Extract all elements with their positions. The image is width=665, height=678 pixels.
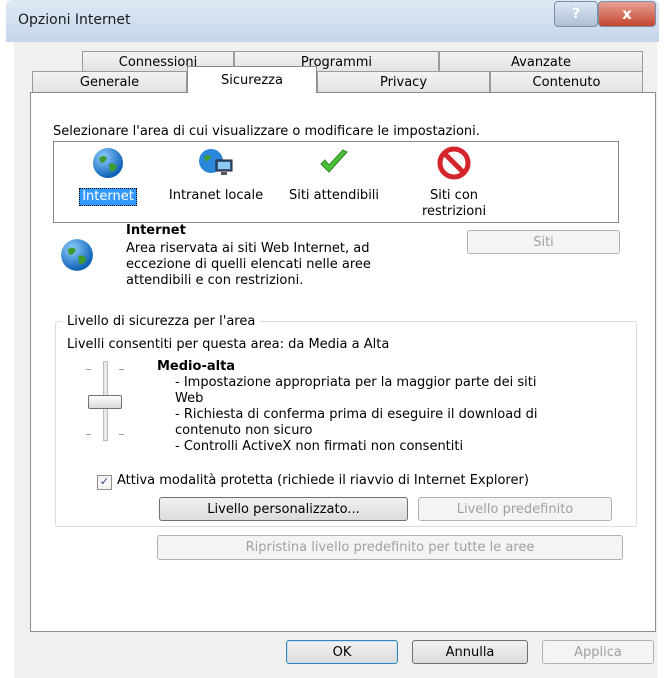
level-detail-line: - Controlli ActiveX non firmati non cons… <box>175 439 464 454</box>
title-bar[interactable]: Opzioni Internet ? x <box>6 0 659 42</box>
dialog-client-area: Connessioni Programmi Avanzate Generale … <box>14 42 657 678</box>
zone-trusted[interactable]: Siti attendibili <box>279 146 389 204</box>
custom-level-button[interactable]: Livello personalizzato... <box>159 497 408 521</box>
reset-all-zones-button[interactable]: Ripristina livello predefinito per tutte… <box>157 535 623 560</box>
globe-icon <box>93 148 123 178</box>
zone-internet-label: Internet <box>79 188 137 206</box>
protected-mode-label[interactable]: Attiva modalità protetta (richiede il ri… <box>117 473 529 488</box>
globe-icon <box>61 239 93 271</box>
zone-restricted-label: Siti con restrizioni <box>421 188 487 219</box>
tab-avanzate[interactable]: Avanzate <box>439 51 643 72</box>
tab-generale[interactable]: Generale <box>32 71 187 92</box>
close-button[interactable]: x <box>598 1 656 27</box>
zone-internet[interactable]: Internet <box>68 146 148 206</box>
security-slider-thumb[interactable] <box>88 395 122 409</box>
zone-info-line: eccezione di quelli elencati nelle aree <box>126 257 371 272</box>
restricted-icon <box>437 146 471 180</box>
slider-tick <box>119 434 124 435</box>
zone-info-title: Internet <box>126 223 186 238</box>
window-title: Opzioni Internet <box>18 12 131 28</box>
level-detail-line: Web <box>175 391 204 406</box>
slider-tick <box>86 369 91 370</box>
intranet-icon <box>199 149 233 175</box>
level-detail-line: - Impostazione appropriata per la maggio… <box>175 375 537 390</box>
zone-info-line: Area riservata ai siti Web Internet, ad <box>126 241 370 256</box>
security-tab-panel: Selezionare l'area di cui visualizzare o… <box>30 92 656 632</box>
apply-button[interactable]: Applica <box>542 640 654 664</box>
slider-tick <box>86 434 91 435</box>
ok-button[interactable]: OK <box>286 640 398 664</box>
zone-trusted-label: Siti attendibili <box>288 188 380 203</box>
allowed-levels-text: Livelli consentiti per questa area: da M… <box>67 337 390 352</box>
security-level-name: Medio-alta <box>157 359 236 374</box>
cancel-button[interactable]: Annulla <box>412 640 528 664</box>
help-icon: ? <box>571 6 581 22</box>
close-icon: x <box>622 5 632 23</box>
zone-list[interactable]: Internet Intranet locale Siti attendibil… <box>53 141 619 223</box>
level-detail-line: contenuto non sicuro <box>175 423 313 438</box>
protected-mode-checkbox[interactable]: ✓ <box>97 475 112 490</box>
tab-contenuto[interactable]: Contenuto <box>490 71 643 92</box>
tab-sicurezza[interactable]: Sicurezza <box>187 66 317 93</box>
zone-prompt: Selezionare l'area di cui visualizzare o… <box>53 124 480 139</box>
slider-tick <box>119 369 124 370</box>
zone-restricted[interactable]: Siti con restrizioni <box>409 146 499 220</box>
zone-intranet-label: Intranet locale <box>168 188 264 203</box>
tab-privacy[interactable]: Privacy <box>317 71 490 92</box>
level-detail-line: - Richiesta di conferma prima di eseguir… <box>175 407 538 422</box>
zone-intranet[interactable]: Intranet locale <box>156 146 276 204</box>
security-level-title: Livello di sicurezza per l'area <box>63 314 260 329</box>
help-button[interactable]: ? <box>554 1 598 27</box>
checkmark-icon <box>320 149 348 173</box>
sites-button[interactable]: Siti <box>467 230 620 254</box>
internet-options-window: Opzioni Internet ? x Connessioni Program… <box>0 0 665 678</box>
default-level-button[interactable]: Livello predefinito <box>418 497 612 521</box>
zone-info-line: attendibili e con restrizioni. <box>126 273 304 288</box>
